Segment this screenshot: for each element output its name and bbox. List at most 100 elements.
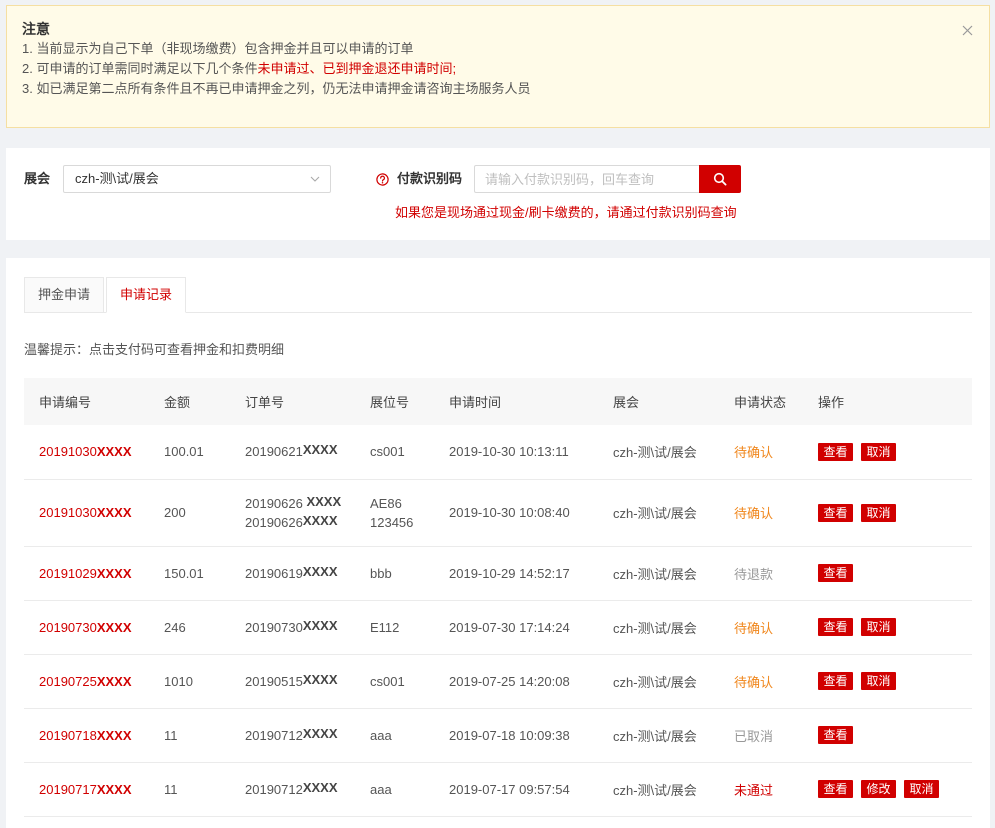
view-button[interactable]: 查看 <box>818 726 853 744</box>
application-id-link[interactable]: 20191029XXXX <box>39 566 132 581</box>
application-id-cell: 20190725XXXX <box>24 654 149 709</box>
order-number-cell: 20190619XXXX <box>230 546 355 601</box>
tab-application-records[interactable]: 申请记录 <box>106 277 186 313</box>
close-icon[interactable] <box>960 23 974 37</box>
application-id-link[interactable]: 20190730XXXX <box>39 620 132 635</box>
expo-name-cell: czh-测\试/展会 <box>598 708 719 763</box>
expo-name-cell: czh-测\试/展会 <box>598 425 719 480</box>
cancel-button[interactable]: 取消 <box>861 442 896 461</box>
application-time-cell: 2019-07-30 17:14:24 <box>434 600 598 655</box>
order-number-prefix: 20190626 <box>245 495 307 511</box>
edit-button[interactable]: 修改 <box>861 780 896 798</box>
application-id-link[interactable]: 20190725XXXX <box>39 674 132 689</box>
booth-number-cell: aaa <box>355 762 434 817</box>
order-number: 20190712XXXX <box>245 726 355 745</box>
expo-label: 展会 <box>24 171 51 186</box>
application-id-prefix: 20191030 <box>39 505 97 520</box>
table-row: 20190718XXXX 11 20190712XXXX aaa 2019-07-18 … <box>24 708 972 763</box>
order-number: 20190626XXXX <box>245 513 355 532</box>
application-id-link[interactable]: 20191030XXXX <box>39 505 132 520</box>
actions-cell: 查看 取消 <box>803 425 972 480</box>
view-button[interactable]: 查看 <box>818 618 853 636</box>
cancel-button[interactable]: 取消 <box>861 503 896 522</box>
view-button[interactable]: 查看 <box>818 442 853 461</box>
application-id-prefix: 20190730 <box>39 619 97 635</box>
booth-number-cell: cs001 <box>355 425 434 480</box>
application-id-link[interactable]: 20190717XXXX <box>39 782 132 797</box>
status-badge: 待确认 <box>734 674 774 690</box>
tip-text: 温馨提示：点击支付码可查看押金和扣费明细 <box>24 342 285 357</box>
order-number-prefix: 20190515 <box>245 673 303 689</box>
table-body: 20191030XXXX 100.01 20190621XXXX cs001 2019-… <box>24 425 972 817</box>
application-time-cell: 2019-10-30 10:13:11 <box>434 425 598 480</box>
header-amount: 金额 <box>149 378 230 425</box>
header-expo: 展会 <box>598 378 719 425</box>
application-id-mask: XXXX <box>96 673 132 689</box>
status-cell: 待确认 <box>719 479 803 547</box>
order-number-mask: XXXX <box>302 617 338 633</box>
view-button[interactable]: 查看 <box>818 503 853 522</box>
header-status: 申请状态 <box>719 378 803 425</box>
actions-cell: 查看 取消 <box>803 600 972 655</box>
pay-code-input[interactable] <box>474 165 699 193</box>
cancel-button[interactable]: 取消 <box>861 618 896 636</box>
view-button[interactable]: 查看 <box>818 672 853 690</box>
status-cell: 已取消 <box>719 708 803 763</box>
booth-number: cs001 <box>370 444 405 460</box>
actions-cell: 查看 取消 <box>803 479 972 547</box>
application-id-mask: XXXX <box>96 781 132 797</box>
application-id-link[interactable]: 20190718XXXX <box>39 728 132 743</box>
notice-line: 3. 如已满足第二点所有条件且不再已申请押金之列，仍无法申请押金请咨询主场服务人… <box>22 79 974 99</box>
order-number-cell: 20190621XXXX <box>230 425 355 480</box>
order-number-prefix: 20190626 <box>245 514 303 530</box>
order-number-mask: XXXX <box>302 725 338 741</box>
notice-line: 1. 当前显示为自己下单（非现场缴费）包含押金并且可以申请的订单 <box>22 39 974 59</box>
order-number-mask: XXXX <box>302 779 338 795</box>
application-id-cell: 20190718XXXX <box>24 708 149 763</box>
status-cell: 待退款 <box>719 546 803 601</box>
cancel-button[interactable]: 取消 <box>861 672 896 690</box>
expo-name-cell: czh-测\试/展会 <box>598 600 719 655</box>
application-time-cell: 2019-07-17 09:57:54 <box>434 762 598 817</box>
order-number-mask: XXXX <box>302 442 338 458</box>
question-circle-icon[interactable] <box>376 173 389 186</box>
application-id-prefix: 20190717 <box>39 781 97 797</box>
application-time-cell: 2019-10-29 14:52:17 <box>434 546 598 601</box>
booth-number: E112 <box>370 619 400 635</box>
application-id-cell: 20191030XXXX <box>24 479 149 547</box>
application-id-link[interactable]: 20191030XXXX <box>39 444 132 459</box>
pay-code-label: 付款识别码 <box>397 171 463 186</box>
amount-cell: 150.01 <box>149 546 230 601</box>
table-header: 申请编号 金额 订单号 展位号 申请时间 展会 申请状态 操作 <box>24 378 972 425</box>
application-id-prefix: 20190718 <box>39 727 97 743</box>
booth-number-cell: aaa <box>355 708 434 763</box>
expo-select[interactable]: czh-测\试/展会 <box>63 165 331 193</box>
application-id-prefix: 20190725 <box>39 673 97 689</box>
expo-name-cell: czh-测\试/展会 <box>598 479 719 547</box>
application-id-cell: 20190717XXXX <box>24 762 149 817</box>
order-number-prefix: 20190621 <box>245 444 303 460</box>
booth-number: aaa <box>370 727 392 743</box>
search-button[interactable] <box>699 165 741 193</box>
application-id-mask: XXXX <box>96 619 132 635</box>
status-cell: 待确认 <box>719 654 803 709</box>
notice-line-text: 1. 当前显示为自己下单（非现场缴费）包含押金并且可以申请的订单 <box>22 41 414 56</box>
view-button[interactable]: 查看 <box>818 564 853 582</box>
status-cell: 未通过 <box>719 762 803 817</box>
cancel-button[interactable]: 取消 <box>904 780 939 798</box>
actions-cell: 查看 取消 <box>803 654 972 709</box>
order-number-mask: XXXX <box>302 563 338 579</box>
view-button[interactable]: 查看 <box>818 780 853 798</box>
booth-number-cell: cs001 <box>355 654 434 709</box>
order-number-mask: XXXX <box>302 671 338 687</box>
order-number-prefix: 20190619 <box>245 565 303 581</box>
actions-cell: 查看 <box>803 708 972 763</box>
booth-number: AE86 <box>370 495 402 511</box>
expo-select-value: czh-测\试/展会 <box>75 171 159 186</box>
status-cell: 待确认 <box>719 425 803 480</box>
tab-deposit-application[interactable]: 押金申请 <box>24 277 104 313</box>
records-panel: 押金申请 申请记录 温馨提示：点击支付码可查看押金和扣费明细 申请编号 金额 订… <box>6 258 990 828</box>
header-booth-number: 展位号 <box>355 378 434 425</box>
amount-cell: 1010 <box>149 654 230 709</box>
header-actions: 操作 <box>803 378 972 425</box>
